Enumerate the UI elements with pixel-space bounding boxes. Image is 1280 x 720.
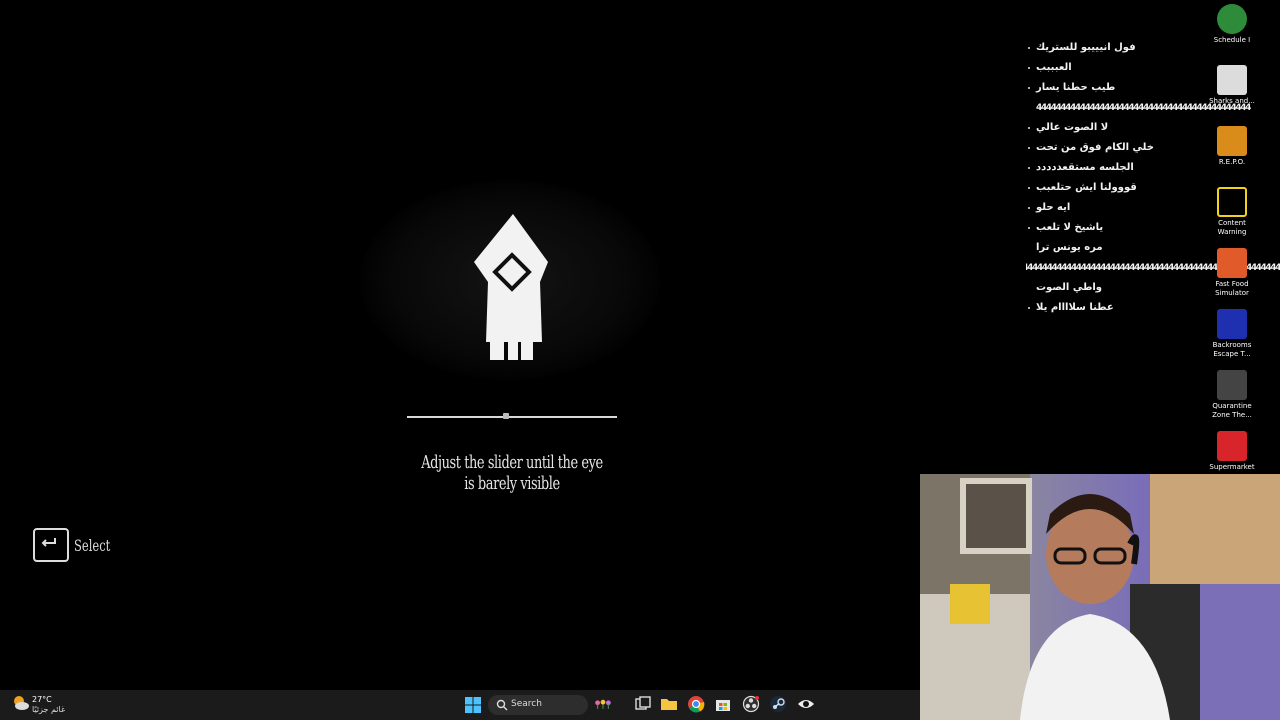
desktop-icon-sharks[interactable]: Sharks and...: [1207, 65, 1257, 106]
file-explorer-icon[interactable]: [660, 695, 678, 713]
weather-widget[interactable]: 27°C غائم جزئيًا: [12, 694, 65, 716]
obs-icon[interactable]: [742, 695, 760, 713]
eye-app-icon[interactable]: [797, 695, 815, 713]
desktop-icon-quarantine[interactable]: Quarantine Zone The...: [1207, 370, 1257, 420]
content-warning-icon: [1217, 187, 1247, 217]
desktop-icon-repo[interactable]: R.E.P.O.: [1207, 126, 1257, 167]
desktop-icon-fast-food[interactable]: Fast Food Simulator: [1207, 248, 1257, 298]
brightness-slider[interactable]: [407, 416, 617, 418]
search-label: Search: [511, 699, 542, 709]
repo-icon: [1217, 126, 1247, 156]
fast-food-icon: [1217, 248, 1247, 278]
search-icon: [496, 699, 508, 711]
weather-cloud-icon: [14, 696, 29, 710]
task-view-icon[interactable]: [634, 695, 652, 713]
supermarket-icon: [1217, 431, 1247, 461]
desktop-icon-supermarket[interactable]: Supermarket: [1207, 431, 1257, 472]
quarantine-icon: [1217, 370, 1247, 400]
microsoft-store-icon[interactable]: [714, 695, 732, 713]
taskbar-search[interactable]: Search: [488, 695, 588, 715]
desktop-icon-schedule-i[interactable]: Schedule I: [1207, 4, 1257, 45]
hooded-figure: [474, 214, 548, 360]
enter-key-icon: [33, 528, 69, 562]
webcam-scene: [920, 474, 1280, 720]
tulips-widget-icon[interactable]: [594, 695, 612, 713]
schedule-i-icon: [1217, 4, 1247, 34]
start-windows-icon[interactable]: [464, 696, 482, 714]
backrooms-icon: [1217, 309, 1247, 339]
slider-handle[interactable]: [502, 413, 509, 419]
select-prompt[interactable]: Select: [33, 528, 123, 568]
desktop-icon-content-warning[interactable]: Content Warning: [1207, 187, 1257, 237]
desktop-icon-backrooms[interactable]: Backrooms Escape T...: [1207, 309, 1257, 359]
select-label: Select: [74, 536, 111, 555]
webcam-feed: [920, 474, 1280, 720]
sharks-icon: [1217, 65, 1247, 95]
weather-temperature: 27°C: [32, 695, 52, 704]
weather-condition: غائم جزئيًا: [32, 705, 66, 714]
steam-icon[interactable]: [769, 695, 787, 713]
calibration-instruction: Adjust the slider until the eye is barel…: [421, 452, 603, 494]
chrome-icon[interactable]: [687, 695, 705, 713]
